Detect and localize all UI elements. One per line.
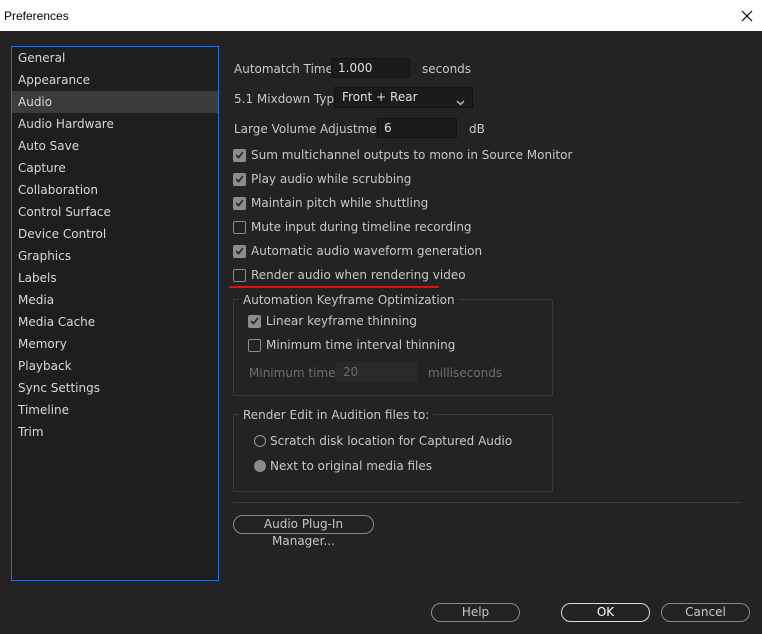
sidebar-item-audio-hardware[interactable]: Audio Hardware <box>12 113 218 135</box>
mixdown-value: Front + Rear <box>342 90 418 104</box>
close-icon[interactable] <box>731 0 762 31</box>
checkbox-waveform-generation[interactable]: Automatic audio waveform generation <box>233 243 482 259</box>
automatch-unit: seconds <box>422 62 472 76</box>
mixdown-select[interactable]: Front + Rear <box>334 87 473 108</box>
checkbox-checked-icon[interactable] <box>233 196 246 210</box>
checkbox-unchecked-icon[interactable] <box>233 268 246 282</box>
automatch-input[interactable]: 1.000 <box>331 58 410 78</box>
mixdown-label: 5.1 Mixdown Type: <box>234 92 346 106</box>
ok-button[interactable]: OK <box>561 603 650 622</box>
sidebar-item-timeline[interactable]: Timeline <box>12 399 218 421</box>
sidebar-item-sync-settings[interactable]: Sync Settings <box>12 377 218 399</box>
radio-next-to-original[interactable]: Next to original media files <box>254 459 432 473</box>
sidebar-item-graphics[interactable]: Graphics <box>12 245 218 267</box>
min-time-input[interactable]: 20 <box>336 362 417 382</box>
sidebar-item-memory[interactable]: Memory <box>12 333 218 355</box>
cancel-button[interactable]: Cancel <box>661 603 750 622</box>
checkbox-play-scrubbing[interactable]: Play audio while scrubbing <box>233 171 411 187</box>
sidebar-item-media-cache[interactable]: Media Cache <box>12 311 218 333</box>
radio-label: Scratch disk location for Captured Audio <box>270 434 513 448</box>
sidebar-item-capture[interactable]: Capture <box>12 157 218 179</box>
checkbox-label: Linear keyframe thinning <box>266 314 417 328</box>
checkbox-label: Minimum time interval thinning <box>266 338 456 352</box>
sidebar-item-media[interactable]: Media <box>12 289 218 311</box>
sidebar-item-labels[interactable]: Labels <box>12 267 218 289</box>
checkbox-mute-input[interactable]: Mute input during timeline recording <box>233 219 472 235</box>
sidebar-item-control-surface[interactable]: Control Surface <box>12 201 218 223</box>
min-time-unit: milliseconds <box>428 366 503 380</box>
sidebar-item-general[interactable]: General <box>12 47 218 69</box>
checkbox-label: Render audio when rendering video <box>251 268 466 282</box>
sidebar-item-appearance[interactable]: Appearance <box>12 69 218 91</box>
checkbox-label: Mute input during timeline recording <box>251 220 472 234</box>
sidebar-item-auto-save[interactable]: Auto Save <box>12 135 218 157</box>
checkbox-render-audio[interactable]: Render audio when rendering video <box>233 267 466 283</box>
volume-input[interactable]: 6 <box>377 118 457 138</box>
help-button[interactable]: Help <box>431 603 520 622</box>
checkbox-label: Play audio while scrubbing <box>251 172 412 186</box>
radio-scratch-disk[interactable]: Scratch disk location for Captured Audio <box>254 434 512 448</box>
checkbox-label: Maintain pitch while shuttling <box>251 196 429 210</box>
min-time-label: Minimum time: <box>249 366 340 380</box>
checkbox-checked-icon[interactable] <box>233 172 246 186</box>
volume-label: Large Volume Adjustment: <box>234 122 393 136</box>
keyframe-group-title: Automation Keyframe Optimization <box>239 293 459 307</box>
checkbox-sum-mono[interactable]: Sum multichannel outputs to mono in Sour… <box>233 147 572 163</box>
checkbox-checked-icon[interactable] <box>233 244 246 258</box>
sidebar-item-device-control[interactable]: Device Control <box>12 223 218 245</box>
render-group <box>233 414 553 492</box>
category-list: General Appearance Audio Audio Hardware … <box>11 46 219 581</box>
render-group-title: Render Edit in Audition files to: <box>239 408 434 422</box>
audio-plugin-manager-button[interactable]: Audio Plug-In Manager... <box>233 515 374 548</box>
sidebar-item-playback[interactable]: Playback <box>12 355 218 377</box>
checkbox-maintain-pitch[interactable]: Maintain pitch while shuttling <box>233 195 428 211</box>
divider <box>233 502 742 503</box>
checkbox-min-interval-thinning[interactable]: Minimum time interval thinning <box>248 337 455 353</box>
sidebar-item-audio[interactable]: Audio <box>12 91 218 113</box>
checkbox-unchecked-icon[interactable] <box>248 338 261 352</box>
volume-unit: dB <box>469 122 485 136</box>
annotation-underline <box>229 286 439 288</box>
title-bar: Preferences <box>0 0 762 31</box>
checkbox-unchecked-icon[interactable] <box>233 220 246 234</box>
automatch-label: Automatch Time: <box>234 62 338 76</box>
checkbox-label: Automatic audio waveform generation <box>251 244 483 258</box>
window-title: Preferences <box>4 9 69 23</box>
checkbox-checked-icon[interactable] <box>248 314 261 328</box>
sidebar-item-trim[interactable]: Trim <box>12 421 218 443</box>
radio-unselected-icon[interactable] <box>254 435 266 447</box>
chevron-down-icon <box>456 93 465 112</box>
checkbox-label: Sum multichannel outputs to mono in Sour… <box>251 148 573 162</box>
radio-selected-icon[interactable] <box>254 460 266 472</box>
checkbox-linear-thinning[interactable]: Linear keyframe thinning <box>248 313 417 329</box>
checkbox-checked-icon[interactable] <box>233 148 246 162</box>
radio-label: Next to original media files <box>270 459 433 473</box>
sidebar-item-collaboration[interactable]: Collaboration <box>12 179 218 201</box>
